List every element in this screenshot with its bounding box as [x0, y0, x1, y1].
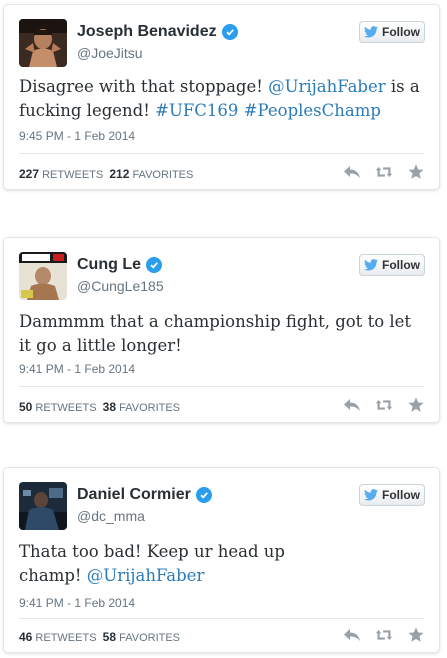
follow-label: Follow	[382, 25, 420, 39]
tweet-actions	[343, 164, 425, 180]
hashtag-link[interactable]: #UFC169	[155, 101, 238, 120]
tweet-card: Cung Le @CungLe185 Follow Dammmm that a …	[3, 237, 440, 423]
reply-icon[interactable]	[343, 397, 361, 413]
twitter-bird-icon	[364, 26, 378, 38]
follow-button[interactable]: Follow	[359, 21, 425, 43]
user-name[interactable]: Daniel Cormier	[77, 486, 191, 504]
favorite-star-icon[interactable]	[407, 627, 425, 643]
favorite-count[interactable]: 38	[103, 400, 116, 414]
timestamp[interactable]: 9:41 PM - 1 Feb 2014	[19, 596, 135, 610]
tweet-stats: 50 RETWEETS 38 FAVORITES	[19, 400, 180, 414]
tweet-text-part: Disagree with that stoppage!	[19, 77, 269, 96]
favorite-star-icon[interactable]	[407, 397, 425, 413]
divider	[19, 618, 424, 619]
favorite-count[interactable]: 212	[109, 167, 129, 181]
favorite-count[interactable]: 58	[103, 630, 116, 644]
mention-link[interactable]: @UrijahFaber	[87, 566, 205, 585]
retweet-count[interactable]: 46	[19, 630, 32, 644]
twitter-bird-icon	[364, 259, 378, 271]
retweet-icon[interactable]	[375, 397, 393, 413]
mention-link[interactable]: @UrijahFaber	[268, 77, 386, 96]
favorites-label: FAVORITES	[132, 169, 194, 181]
verified-badge-icon	[221, 24, 238, 40]
avatar[interactable]	[19, 19, 67, 67]
twitter-bird-icon	[364, 489, 378, 501]
reply-icon[interactable]	[343, 627, 361, 643]
tweet-card: Daniel Cormier @dc_mma Follow Thata too …	[3, 467, 440, 653]
follow-button[interactable]: Follow	[359, 484, 425, 506]
verified-badge-icon	[146, 257, 162, 273]
favorite-star-icon[interactable]	[407, 164, 425, 180]
tweet-stats: 227 RETWEETS 212 FAVORITES	[19, 167, 193, 181]
hashtag-link[interactable]: #PeoplesChamp	[244, 101, 381, 120]
retweets-label: RETWEETS	[42, 169, 104, 181]
verified-badge-icon	[195, 487, 212, 503]
favorites-label: FAVORITES	[119, 632, 181, 644]
user-name[interactable]: Joseph Benavidez	[77, 23, 217, 41]
avatar[interactable]	[19, 252, 67, 300]
follow-button[interactable]: Follow	[359, 254, 425, 276]
retweets-label: RETWEETS	[35, 632, 97, 644]
follow-label: Follow	[382, 488, 420, 502]
divider	[19, 153, 424, 154]
tweet-text: Dammmm that a championship fight, got to…	[19, 312, 412, 355]
favorites-label: FAVORITES	[119, 402, 181, 414]
divider	[19, 386, 424, 387]
user-name[interactable]: Cung Le	[77, 256, 141, 274]
user-handle[interactable]: @CungLe185	[77, 278, 164, 294]
user-handle[interactable]: @JoeJitsu	[77, 45, 143, 61]
tweet-actions	[343, 627, 425, 643]
avatar[interactable]	[19, 482, 67, 530]
user-handle[interactable]: @dc_mma	[77, 508, 145, 524]
timestamp[interactable]: 9:45 PM - 1 Feb 2014	[19, 129, 135, 143]
retweet-icon[interactable]	[375, 164, 393, 180]
timestamp[interactable]: 9:41 PM - 1 Feb 2014	[19, 362, 135, 376]
tweet-actions	[343, 397, 425, 413]
tweet-card: Joseph Benavidez @JoeJitsu Follow Disagr…	[3, 4, 440, 190]
retweet-count[interactable]: 227	[19, 167, 39, 181]
reply-icon[interactable]	[343, 164, 361, 180]
tweet-text: Thata too bad! Keep ur head up champ! @U…	[19, 540, 349, 588]
tweet-text: Disagree with that stoppage! @UrijahFabe…	[19, 75, 427, 123]
retweet-count[interactable]: 50	[19, 400, 32, 414]
follow-label: Follow	[382, 258, 420, 272]
retweet-icon[interactable]	[375, 627, 393, 643]
tweet-stats: 46 RETWEETS 58 FAVORITES	[19, 630, 180, 644]
retweets-label: RETWEETS	[35, 402, 97, 414]
